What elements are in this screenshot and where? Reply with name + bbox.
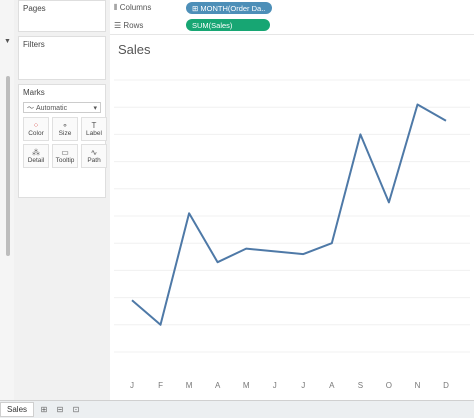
pages-title: Pages: [23, 4, 46, 13]
new-story-icon[interactable]: ⊡: [70, 405, 82, 415]
rows-pill[interactable]: SUM(Sales): [186, 19, 270, 31]
caret-down-icon[interactable]: ▼: [4, 38, 11, 45]
color-dots-icon: ⁘: [32, 121, 40, 130]
x-tick-label: J: [130, 381, 134, 390]
size-button[interactable]: ⚬ Size: [52, 117, 78, 141]
rows-shelf: ☰ Rows SUM(Sales): [110, 17, 474, 33]
marks-title: Marks: [23, 88, 45, 97]
series-line-sales[interactable]: [131, 103, 447, 326]
marks-buttons: ⁘ Color ⚬ Size T Label ⁂ Detail ▭ Toolti…: [19, 117, 107, 168]
x-tick-label: D: [443, 381, 449, 390]
x-tick-label: F: [158, 381, 163, 390]
new-dashboard-icon[interactable]: ⊟: [54, 405, 66, 415]
sheet-tabs-bar: Sales ⊞ ⊟ ⊡: [0, 400, 474, 418]
label-icon: T: [91, 121, 97, 130]
vertical-scrollbar[interactable]: [6, 76, 10, 256]
path-button[interactable]: ∿ Path: [81, 144, 107, 168]
filters-title: Filters: [23, 40, 45, 49]
x-tick-label: N: [415, 381, 421, 390]
x-tick-label: A: [215, 381, 221, 390]
rows-label: ☰ Rows: [114, 20, 144, 30]
x-tick-label: M: [243, 381, 250, 390]
mark-type-value: 〜 Automatic: [27, 104, 68, 112]
tooltip-button[interactable]: ▭ Tooltip: [52, 144, 78, 168]
cards-panel: Pages Filters Marks 〜 Automatic ▾ ⁘ Colo…: [14, 0, 110, 400]
x-tick-label: M: [186, 381, 193, 390]
label-button[interactable]: T Label: [81, 117, 107, 141]
columns-shelf: ⦀ Columns ⊞ MONTH(Order Da..: [110, 0, 474, 16]
mark-type-dropdown[interactable]: 〜 Automatic ▾: [23, 102, 101, 113]
tooltip-icon: ▭: [61, 148, 69, 157]
line-mark-icon: 〜: [27, 104, 34, 112]
size-icon: ⚬: [61, 121, 69, 130]
x-tick-label: A: [329, 381, 335, 390]
x-tick-label: J: [301, 381, 305, 390]
pages-card[interactable]: Pages: [18, 0, 106, 32]
line-chart[interactable]: JFMAMJJASOND: [110, 36, 474, 400]
marks-card: Marks 〜 Automatic ▾ ⁘ Color ⚬ Size T Lab…: [18, 84, 107, 198]
color-button[interactable]: ⁘ Color: [23, 117, 49, 141]
top-shelves: ⦀ Columns ⊞ MONTH(Order Da.. ☰ Rows SUM(…: [110, 0, 474, 35]
date-icon: ⊞: [192, 3, 201, 13]
x-tick-label: O: [386, 381, 392, 390]
columns-pill[interactable]: ⊞ MONTH(Order Da..: [186, 2, 272, 14]
detail-button[interactable]: ⁂ Detail: [23, 144, 49, 168]
columns-icon: ⦀: [114, 3, 118, 12]
chevron-down-icon: ▾: [93, 104, 97, 112]
columns-label: ⦀ Columns: [114, 3, 152, 12]
chart-area: Sales JFMAMJJASOND: [110, 36, 474, 400]
sheet-tab-sales[interactable]: Sales: [0, 402, 35, 417]
detail-icon: ⁂: [32, 148, 40, 157]
x-tick-label: S: [358, 381, 363, 390]
rows-icon: ☰: [114, 20, 122, 30]
filters-card[interactable]: Filters: [18, 36, 106, 80]
left-strip: ▼: [0, 0, 14, 400]
x-tick-label: J: [273, 381, 277, 390]
path-icon: ∿: [90, 148, 98, 157]
new-worksheet-icon[interactable]: ⊞: [38, 405, 50, 415]
